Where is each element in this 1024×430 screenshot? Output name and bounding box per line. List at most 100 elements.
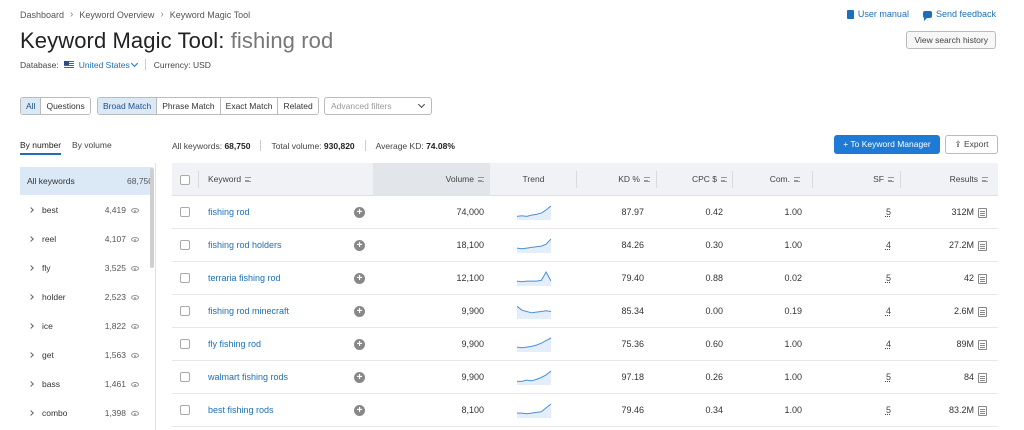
sidebar-item-count: 4,419 [104, 205, 126, 215]
sidebar-item-bass[interactable]: bass 1,461 [20, 370, 153, 398]
add-keyword-icon[interactable]: + [354, 306, 365, 317]
add-keyword-icon[interactable]: + [354, 405, 365, 416]
checkbox[interactable] [180, 339, 190, 349]
header-sf[interactable]: SF [813, 163, 894, 196]
header-keyword[interactable]: Keyword [208, 163, 252, 196]
filter-questions[interactable]: Questions [40, 98, 90, 114]
header-results[interactable]: Results [901, 163, 988, 196]
sidebar-item-all-keywords[interactable]: All keywords 68,750 [20, 167, 153, 195]
serp-features-count[interactable]: 4 [813, 295, 891, 328]
row-checkbox[interactable] [180, 405, 190, 415]
export-label: Export [963, 139, 989, 149]
select-all-checkbox[interactable] [180, 163, 190, 196]
breadcrumb-dashboard[interactable]: Dashboard [20, 10, 64, 20]
keyword-link[interactable]: walmart fishing rods [208, 361, 288, 394]
serp-icon[interactable] [978, 307, 987, 317]
divider [260, 140, 262, 151]
eye-icon[interactable] [131, 381, 139, 387]
add-keyword-icon[interactable]: + [354, 273, 365, 284]
header-volume[interactable]: Volume [373, 163, 490, 196]
filter-exact-match[interactable]: Exact Match [219, 98, 278, 114]
checkbox[interactable] [180, 273, 190, 283]
add-keyword-icon[interactable]: + [354, 339, 365, 350]
serp-icon[interactable] [978, 241, 987, 251]
add-keyword-icon[interactable]: + [354, 240, 365, 251]
sidebar-item-fly[interactable]: fly 3,525 [20, 254, 153, 282]
trend-area [517, 404, 551, 418]
user-manual-link[interactable]: User manual [846, 9, 909, 19]
sidebar-item-label: best [42, 205, 59, 215]
keyword-link[interactable]: fishing rod [208, 196, 250, 229]
sidebar-item-label: holder [42, 292, 66, 302]
eye-icon[interactable] [131, 410, 139, 416]
header-label: Com. [769, 174, 790, 184]
chevron-right-icon [28, 207, 34, 213]
eye-icon[interactable] [131, 323, 139, 329]
serp-features-count[interactable]: 5 [813, 361, 891, 394]
filter-related[interactable]: Related [277, 98, 318, 114]
sidebar-item-get[interactable]: get 1,563 [20, 341, 153, 369]
serp-features-count[interactable]: 5 [813, 196, 891, 229]
row-checkbox[interactable] [180, 306, 190, 316]
breadcrumb: Dashboard › Keyword Overview › Keyword M… [20, 9, 250, 20]
checkbox[interactable] [180, 372, 190, 382]
cpc-cell: 0.30 [705, 240, 723, 250]
row-checkbox[interactable] [180, 339, 190, 349]
send-feedback-link[interactable]: Send feedback [922, 9, 996, 21]
checkbox[interactable] [180, 306, 190, 316]
checkbox[interactable] [180, 405, 190, 415]
filter-phrase-match[interactable]: Phrase Match [156, 98, 220, 114]
header-cpc[interactable]: CPC $ [657, 163, 727, 196]
to-keyword-manager-button[interactable]: + To Keyword Manager [834, 135, 940, 154]
serp-icon[interactable] [978, 406, 987, 416]
keyword-link[interactable]: fishing rod minecraft [208, 295, 289, 328]
row-checkbox[interactable] [180, 240, 190, 250]
keyword-link[interactable]: terraria fishing rod [208, 262, 281, 295]
checkbox[interactable] [180, 207, 190, 217]
tab-by-volume[interactable]: By volume [72, 140, 112, 150]
trend-sparkline [517, 270, 551, 286]
keyword-link[interactable]: best fishing rods [208, 394, 274, 427]
user-manual-label: User manual [857, 9, 909, 19]
serp-icon[interactable] [978, 340, 987, 350]
header-kd[interactable]: KD % [577, 163, 650, 196]
add-keyword-icon[interactable]: + [354, 372, 365, 383]
serp-features-count[interactable]: 4 [813, 229, 891, 262]
database-select[interactable]: United States [79, 59, 138, 70]
serp-features-count[interactable]: 4 [813, 328, 891, 361]
serp-icon[interactable] [978, 274, 987, 284]
checkbox[interactable] [180, 174, 190, 185]
export-button[interactable]: ⇪ Export [945, 135, 998, 154]
header-com[interactable]: Com. [733, 163, 800, 196]
eye-icon[interactable] [131, 352, 139, 358]
sidebar-item-best[interactable]: best 4,419 [20, 196, 153, 224]
filter-broad-match[interactable]: Broad Match [98, 98, 157, 114]
add-keyword-icon[interactable]: + [354, 207, 365, 218]
eye-icon[interactable] [131, 265, 139, 271]
serp-features-count[interactable]: 5 [813, 262, 891, 295]
kd-cell: 75.36 [621, 339, 644, 349]
advanced-filters-dropdown[interactable]: Advanced filters [324, 97, 432, 115]
checkbox[interactable] [180, 240, 190, 250]
eye-icon[interactable] [131, 207, 139, 213]
row-checkbox[interactable] [180, 207, 190, 217]
keyword-link[interactable]: fishing rod holders [208, 229, 282, 262]
serp-icon[interactable] [978, 208, 987, 218]
keyword-link[interactable]: fly fishing rod [208, 328, 261, 361]
sidebar-item-ice[interactable]: ice 1,822 [20, 312, 153, 340]
eye-icon[interactable] [131, 294, 139, 300]
sidebar-scrollbar[interactable] [150, 168, 154, 268]
tab-by-number[interactable]: By number [20, 140, 62, 155]
book-icon [846, 9, 854, 19]
filter-all[interactable]: All [21, 98, 41, 114]
sidebar-item-combo[interactable]: combo 1,398 [20, 399, 153, 427]
row-checkbox[interactable] [180, 372, 190, 382]
sidebar-item-holder[interactable]: holder 2,523 [20, 283, 153, 311]
row-checkbox[interactable] [180, 273, 190, 283]
eye-icon[interactable] [131, 236, 139, 242]
breadcrumb-keyword-overview[interactable]: Keyword Overview [79, 10, 154, 20]
serp-features-count[interactable]: 5 [813, 394, 891, 427]
serp-icon[interactable] [978, 373, 987, 383]
view-search-history-button[interactable]: View search history [906, 31, 996, 49]
sidebar-item-reel[interactable]: reel 4,107 [20, 225, 153, 253]
